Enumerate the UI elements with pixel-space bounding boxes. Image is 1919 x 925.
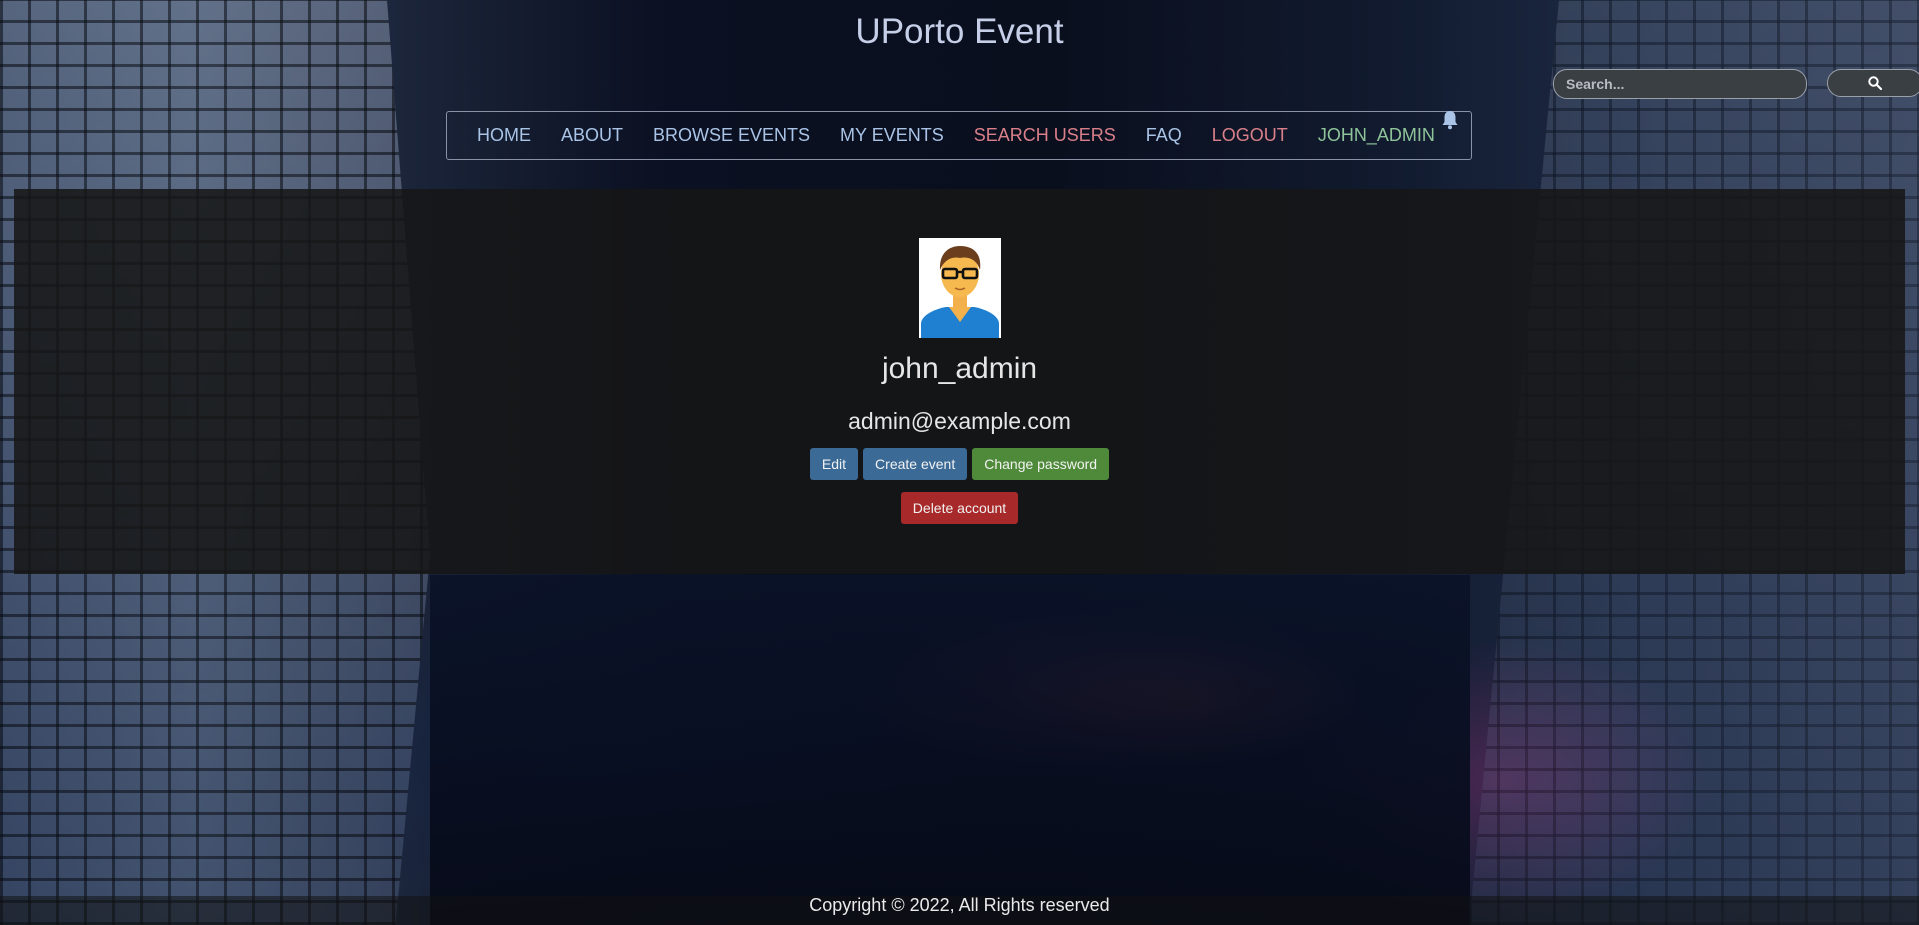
profile-actions: Edit Create event Change password — [0, 448, 1919, 480]
create-event-button[interactable]: Create event — [863, 448, 968, 480]
nav-logout[interactable]: LOGOUT — [1212, 125, 1288, 146]
copyright-text: Copyright © 2022, All Rights reserved — [809, 895, 1110, 915]
profile-username: john_admin — [881, 352, 1038, 385]
nav-home[interactable]: HOME — [477, 125, 531, 146]
background-marina — [430, 575, 1470, 925]
nav-browse-events[interactable]: BROWSE EVENTS — [653, 125, 810, 146]
delete-row: Delete account — [0, 492, 1919, 524]
search-input[interactable] — [1553, 69, 1807, 99]
change-password-button[interactable]: Change password — [972, 448, 1110, 480]
nav-about[interactable]: ABOUT — [561, 125, 623, 146]
profile-email: admin@example.com — [848, 408, 1071, 434]
nav-user-profile[interactable]: JOHN_ADMIN — [1318, 125, 1435, 146]
main-nav: HOME ABOUT BROWSE EVENTS MY EVENTS SEARC… — [446, 111, 1472, 160]
footer: Copyright © 2022, All Rights reserved — [0, 896, 1919, 925]
bell-icon — [1442, 111, 1458, 130]
site-title: UPorto Event — [855, 12, 1064, 51]
nav-search-users[interactable]: SEARCH USERS — [974, 125, 1116, 146]
nav-my-events[interactable]: MY EVENTS — [840, 125, 944, 146]
notifications-button[interactable] — [1441, 110, 1459, 135]
edit-button[interactable]: Edit — [809, 448, 859, 480]
delete-account-button[interactable]: Delete account — [900, 492, 1019, 524]
search-button[interactable] — [1827, 69, 1919, 97]
search-icon — [1868, 76, 1882, 90]
user-avatar — [919, 238, 1001, 338]
search-form — [1553, 69, 1919, 99]
nav-faq[interactable]: FAQ — [1146, 125, 1182, 146]
